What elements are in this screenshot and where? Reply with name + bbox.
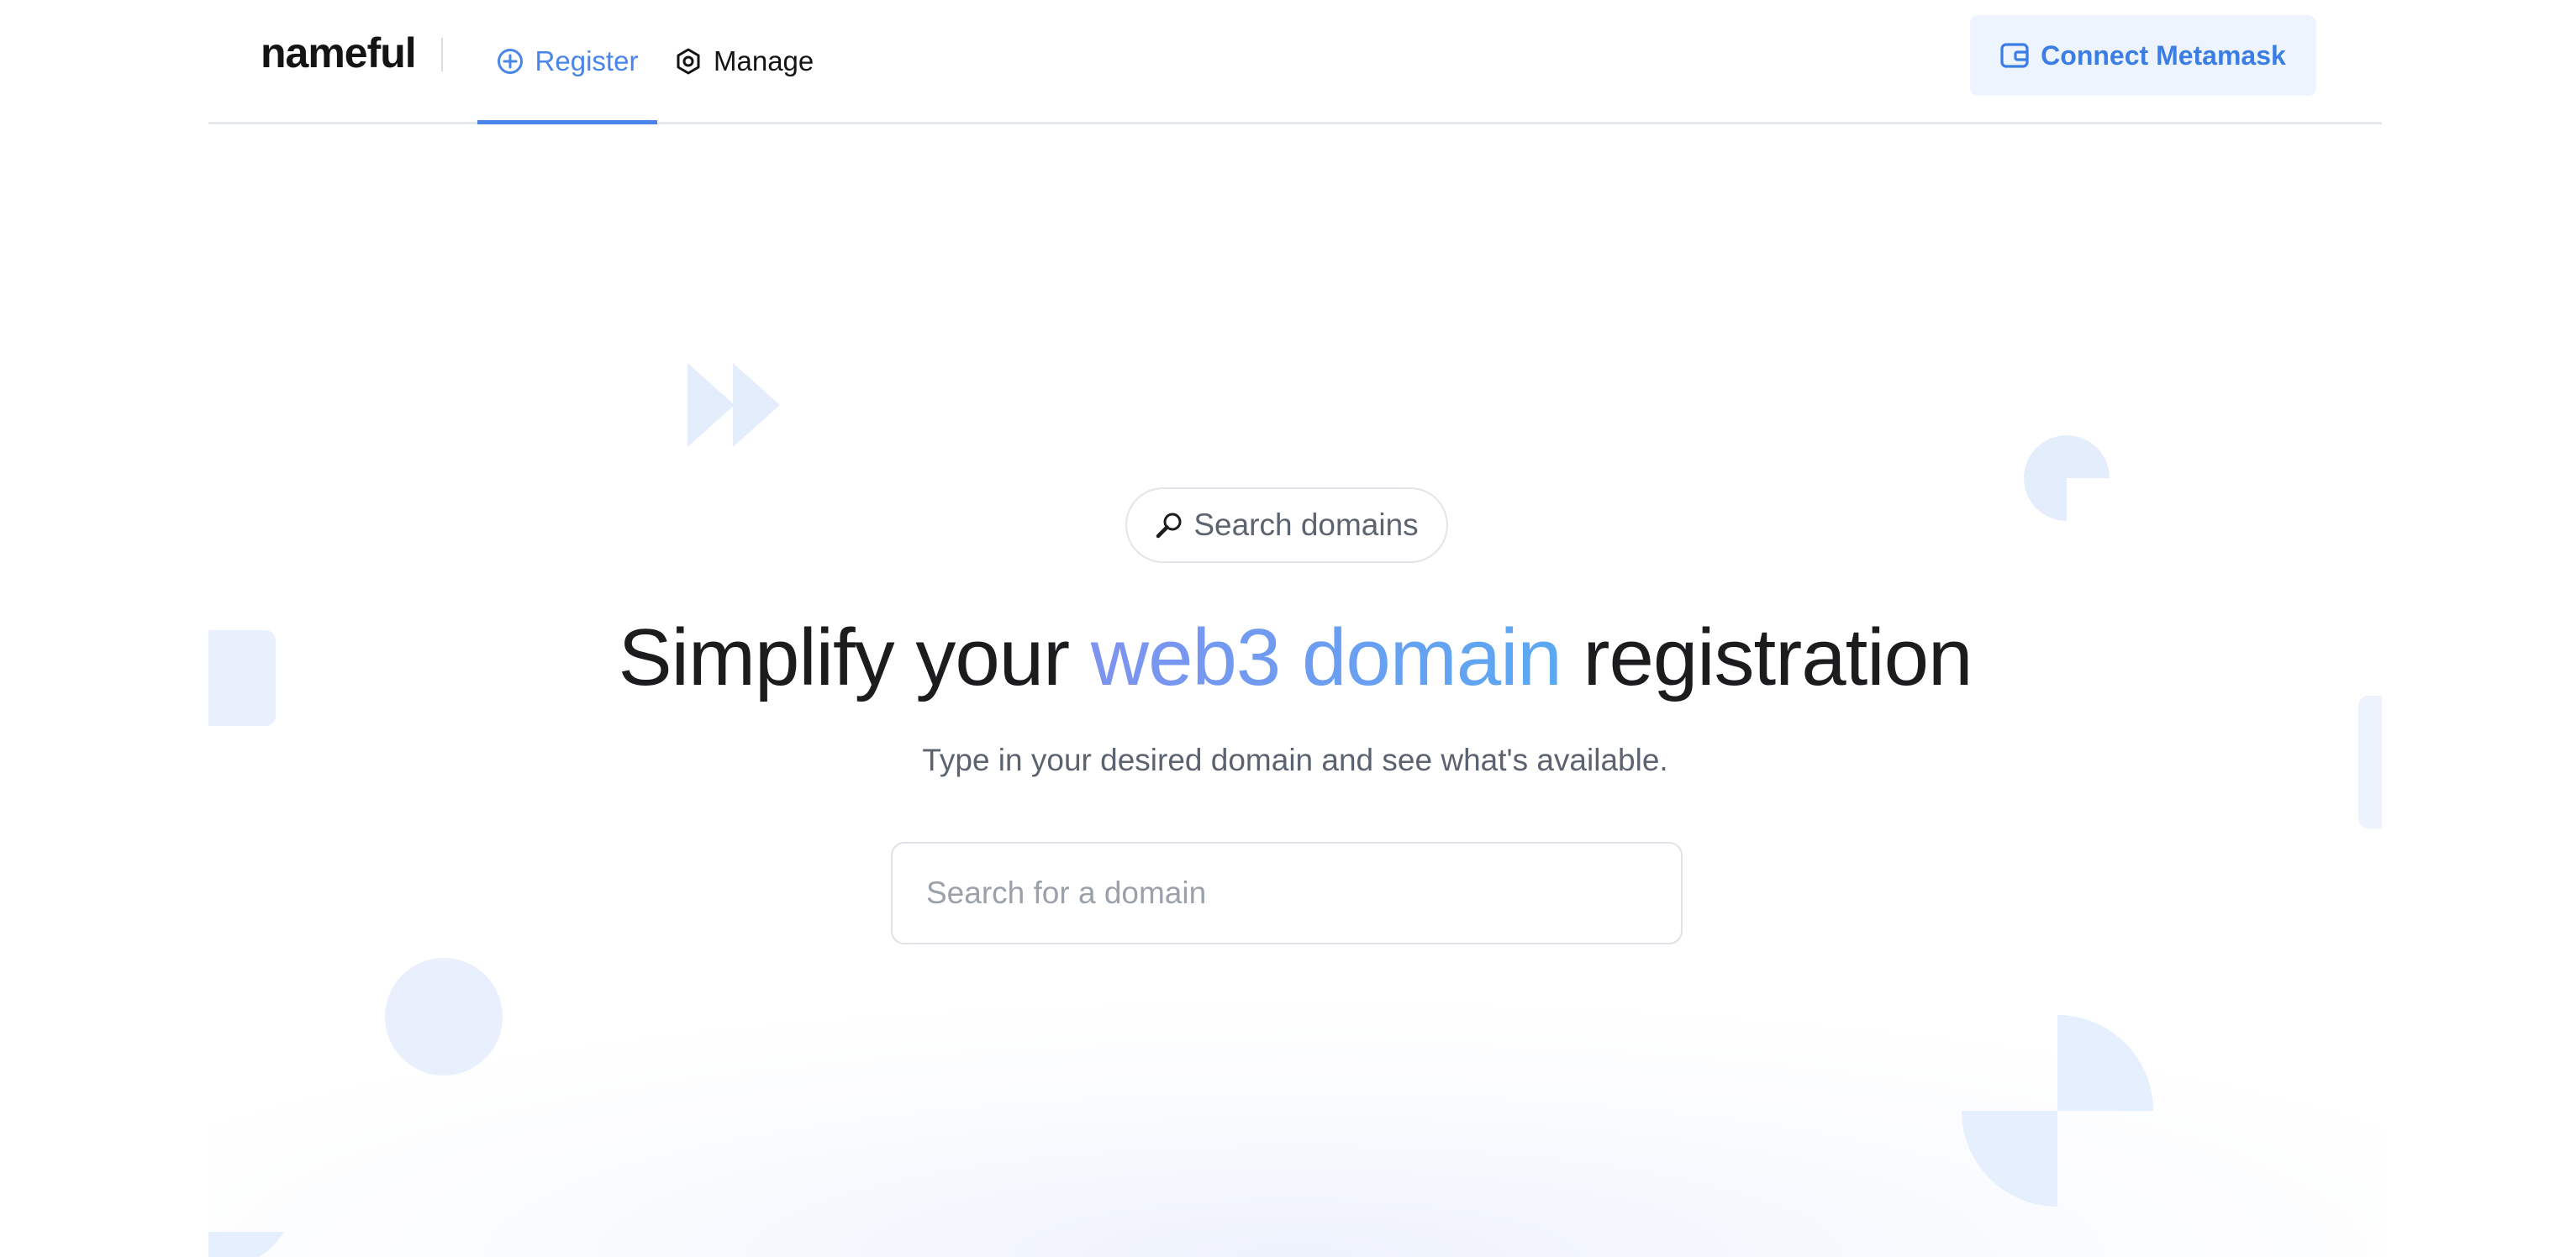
gear-icon bbox=[675, 48, 714, 75]
tab-manage[interactable]: Manage bbox=[675, 0, 814, 122]
tab-manage-label: Manage bbox=[714, 45, 814, 76]
tab-register[interactable]: Register bbox=[477, 0, 657, 124]
pie-shape-decoration bbox=[2024, 435, 2110, 521]
active-tab-indicator bbox=[477, 120, 657, 124]
page-title-start: Simplify your bbox=[618, 613, 1091, 702]
circle-decoration bbox=[385, 958, 503, 1076]
plus-circle-icon bbox=[497, 48, 535, 75]
logo[interactable]: nameful bbox=[261, 29, 417, 77]
page-frame: nameful Register Manage Connect Metamask… bbox=[208, 0, 2382, 1257]
page-title-accent: web3 domain bbox=[1090, 613, 1562, 702]
page-title: Simplify your web3 domain registration bbox=[208, 612, 2382, 704]
domain-search-input[interactable] bbox=[891, 842, 1683, 944]
search-domains-badge: Search domains bbox=[1125, 487, 1448, 563]
corner-decoration bbox=[208, 1232, 284, 1257]
quarter-circles-decoration bbox=[1962, 1015, 2153, 1207]
wallet-icon bbox=[2000, 43, 2041, 68]
top-navbar: nameful Register Manage Connect Metamask bbox=[208, 0, 2382, 124]
logo-divider bbox=[441, 38, 443, 71]
connect-metamask-button[interactable]: Connect Metamask bbox=[1970, 15, 2316, 96]
page-subtitle: Type in your desired domain and see what… bbox=[922, 743, 1668, 777]
connect-metamask-label: Connect Metamask bbox=[2041, 39, 2286, 71]
page-title-end: registration bbox=[1561, 613, 1973, 702]
magnifier-icon bbox=[1155, 511, 1183, 539]
search-domains-badge-label: Search domains bbox=[1193, 508, 1419, 542]
tab-register-label: Register bbox=[535, 45, 639, 76]
fast-forward-decoration bbox=[687, 363, 780, 447]
